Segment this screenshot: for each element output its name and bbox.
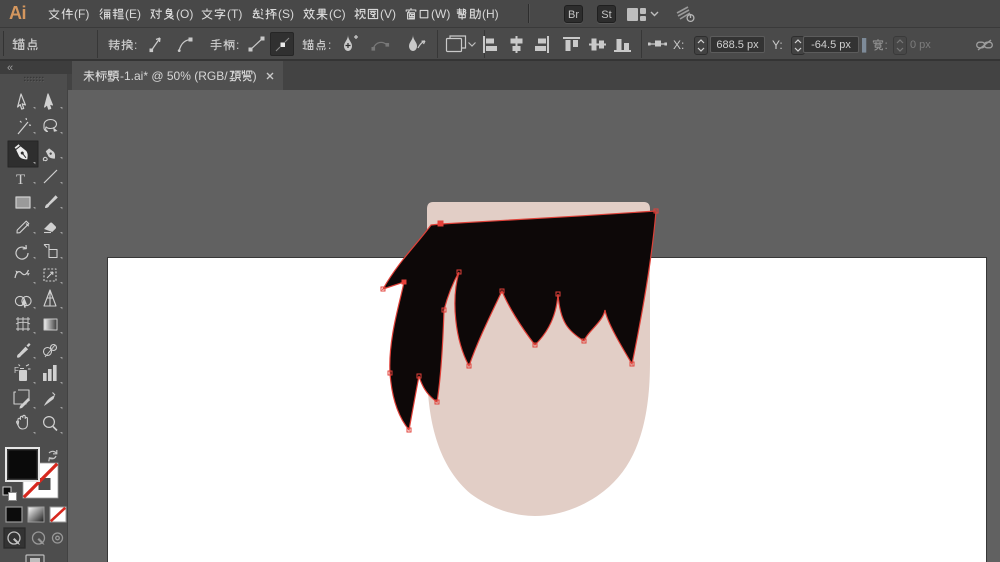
- svg-text:T: T: [16, 172, 25, 188]
- svg-text:F: F: [14, 366, 19, 375]
